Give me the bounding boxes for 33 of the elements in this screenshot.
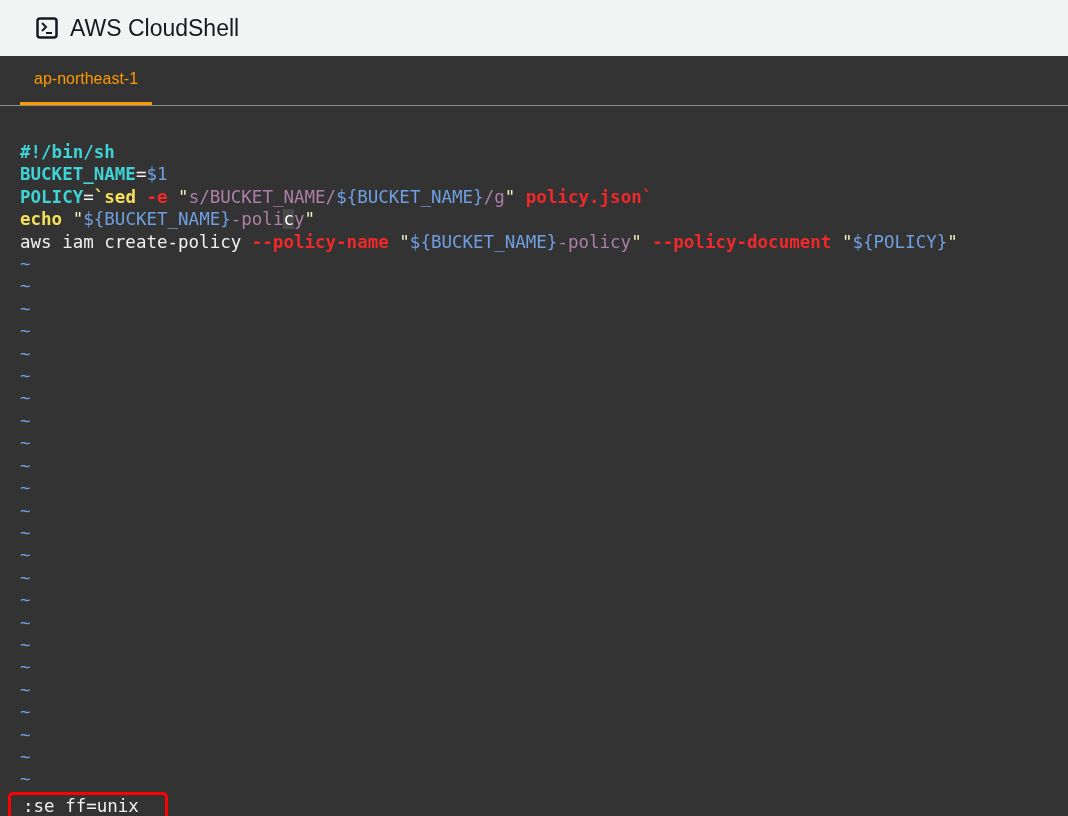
app-title: AWS CloudShell <box>70 14 240 42</box>
empty-line-marker: ~ <box>20 320 31 343</box>
empty-line-marker: ~ <box>20 387 31 410</box>
code-line: aws iam create-policy --policy-name "${BUCKET_NAME}-policy" --policy-document "${POLICY}" <box>20 230 958 254</box>
empty-line-marker: ~ <box>20 409 31 433</box>
empty-line-marker: ~ <box>20 678 31 702</box>
empty-line-marker: ~ <box>20 611 31 634</box>
empty-line-marker: ~ <box>20 701 31 724</box>
empty-line-marker: ~ <box>20 656 31 679</box>
terminal-icon <box>36 17 58 39</box>
code-line: #!/bin/sh <box>20 141 115 164</box>
empty-line-marker: ~ <box>20 633 31 657</box>
empty-line-marker: ~ <box>20 342 31 366</box>
empty-line-marker: ~ <box>20 454 31 478</box>
empty-line-marker: ~ <box>20 432 31 455</box>
empty-line-marker: ~ <box>20 499 31 522</box>
code-line: echo "${BUCKET_NAME}-policy" <box>20 208 316 231</box>
empty-line-marker: ~ <box>20 745 31 769</box>
code-line: BUCKET_NAME=$1 <box>20 163 168 186</box>
empty-line-marker: ~ <box>20 297 31 321</box>
empty-line-marker: ~ <box>20 723 31 746</box>
region-tab[interactable]: ap-northeast-1 <box>20 56 153 105</box>
empty-line-marker: ~ <box>20 589 31 612</box>
command-text: :se ff=unix <box>23 794 139 816</box>
empty-line-marker: ~ <box>20 566 31 590</box>
empty-line-marker: ~ <box>20 253 31 276</box>
empty-line-marker: ~ <box>20 365 31 388</box>
empty-line-marker: ~ <box>20 521 31 545</box>
code-line: POLICY=`sed -e "s/BUCKET_NAME/${BUCKET_NAME}/g" policy.json` <box>20 185 653 209</box>
empty-line-marker: ~ <box>20 477 31 500</box>
empty-line-marker: ~ <box>20 768 31 791</box>
empty-line-marker: ~ <box>20 544 31 567</box>
empty-line-marker: ~ <box>20 275 31 298</box>
